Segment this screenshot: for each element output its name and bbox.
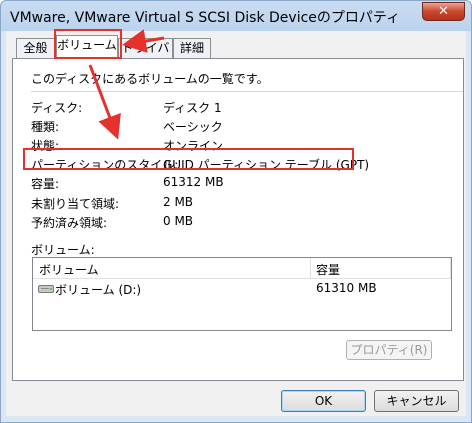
- arrow-to-tab: [122, 29, 165, 53]
- annotation-arrows: [88, 29, 165, 140]
- arrow-to-partition-style: [88, 64, 121, 140]
